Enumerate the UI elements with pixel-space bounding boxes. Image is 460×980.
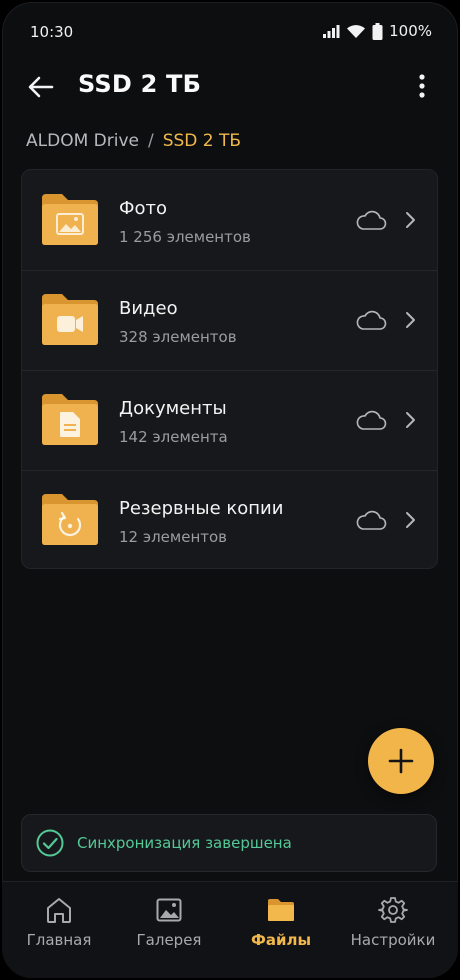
plus-icon <box>388 748 414 774</box>
status-bar: 10:30 100% <box>2 2 458 62</box>
folder-icon <box>42 494 98 545</box>
chevron-right-icon[interactable] <box>403 510 417 530</box>
folder-row-videos[interactable]: Видео 328 элементов <box>22 270 437 370</box>
folder-icon <box>268 899 294 921</box>
battery-level: 100% <box>389 22 432 40</box>
cloud-icon[interactable] <box>355 308 387 332</box>
nav-item-home[interactable]: Главная <box>2 882 116 978</box>
app-bar: SSD 2 ТБ <box>2 62 458 126</box>
nav-label: Файлы <box>250 931 312 949</box>
folder-name: Документы <box>119 398 227 419</box>
folder-icon <box>42 194 98 245</box>
breadcrumb: ALDOM Drive / SSD 2 ТБ <box>26 131 241 151</box>
folder-row-photos[interactable]: Фото 1 256 элементов <box>22 170 437 270</box>
nav-label: Настройки <box>350 931 436 949</box>
nav-item-settings[interactable]: Настройки <box>336 882 450 978</box>
folder-name: Резервные копии <box>119 498 284 519</box>
page-title: SSD 2 ТБ <box>78 70 202 98</box>
status-time: 10:30 <box>30 23 74 41</box>
nav-item-files[interactable]: Файлы <box>224 882 338 978</box>
add-button[interactable] <box>368 728 434 794</box>
folder-name: Видео <box>119 298 178 319</box>
cloud-icon[interactable] <box>355 408 387 432</box>
gallery-icon <box>156 898 182 922</box>
folder-item-count: 1 256 элементов <box>119 228 251 246</box>
cloud-icon[interactable] <box>355 208 387 232</box>
folder-item-count: 142 элемента <box>119 428 228 446</box>
nav-label: Галерея <box>136 931 202 949</box>
breadcrumb-root[interactable]: ALDOM Drive <box>26 131 139 151</box>
folder-row-backups[interactable]: Резервные копии 12 элементов <box>22 470 437 568</box>
video-icon <box>57 316 83 332</box>
folder-item-count: 12 элементов <box>119 528 228 546</box>
folder-list: Фото 1 256 элементов Видео 328 элементов <box>21 169 438 569</box>
sync-status-text: Синхронизация завершена <box>77 834 292 852</box>
nav-label: Главная <box>26 931 92 949</box>
breadcrumb-separator: / <box>147 131 154 151</box>
chevron-right-icon[interactable] <box>403 310 417 330</box>
breadcrumb-current: SSD 2 ТБ <box>162 131 242 151</box>
folder-item-count: 328 элементов <box>119 328 237 346</box>
nav-item-gallery[interactable]: Галерея <box>112 882 226 978</box>
bottom-navigation: Главная Галерея Файлы Настройки <box>2 881 458 978</box>
folder-name: Фото <box>119 198 168 219</box>
folder-row-documents[interactable]: Документы 142 элемента <box>22 370 437 470</box>
home-icon <box>47 898 71 923</box>
wifi-icon <box>347 24 366 38</box>
phone-screen: 10:30 100% SSD 2 ТБ ALDOM Drive / SSD 2 … <box>2 2 458 978</box>
more-vertical-icon[interactable] <box>412 72 432 102</box>
back-arrow-icon[interactable] <box>26 72 56 102</box>
sync-status-toast: Синхронизация завершена <box>21 814 437 872</box>
status-icons: 100% <box>322 22 432 40</box>
gear-icon <box>378 897 408 923</box>
battery-icon <box>372 22 383 40</box>
cloud-icon[interactable] <box>355 508 387 532</box>
folder-icon <box>42 394 98 445</box>
check-circle-icon <box>36 829 64 857</box>
chevron-right-icon[interactable] <box>403 210 417 230</box>
signal-icon <box>323 25 340 38</box>
folder-icon <box>42 294 98 345</box>
chevron-right-icon[interactable] <box>403 410 417 430</box>
